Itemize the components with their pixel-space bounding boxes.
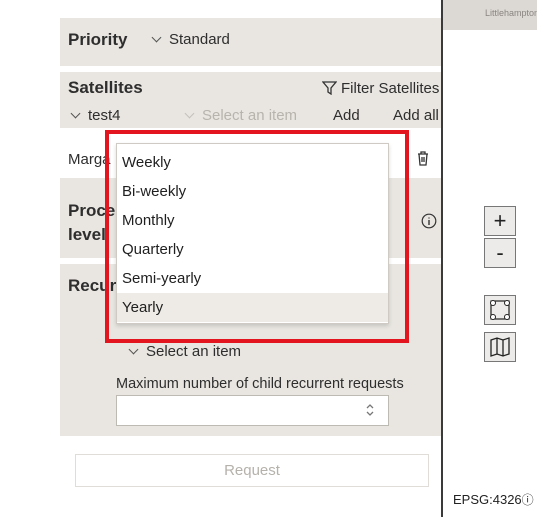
processing-level-label: Proce bbox=[68, 201, 116, 220]
map-place-label: Littlehampton bbox=[485, 8, 537, 18]
add-button[interactable]: Add bbox=[333, 107, 360, 124]
map-icon bbox=[490, 337, 510, 357]
filter-icon bbox=[321, 81, 338, 96]
max-child-requests-input[interactable] bbox=[116, 395, 389, 426]
filter-satellites-label: Filter Satellites bbox=[341, 80, 440, 97]
chevron-down-icon bbox=[151, 32, 162, 43]
stepper-icon[interactable] bbox=[365, 402, 375, 418]
dropdown-option[interactable]: Weekly bbox=[117, 148, 388, 177]
recurrence-label: Recur bbox=[68, 276, 117, 295]
projection-value: EPSG:4326 bbox=[453, 492, 522, 507]
dropdown-option[interactable]: Yearly bbox=[117, 293, 388, 322]
satellites-label: Satellites bbox=[68, 78, 143, 97]
draw-polygon-button[interactable] bbox=[484, 295, 516, 325]
priority-select[interactable]: Standard bbox=[151, 31, 230, 48]
satellite-select-input[interactable]: Select an item bbox=[184, 107, 298, 124]
processing-level-label-line2: level bbox=[68, 225, 106, 244]
satellite-selected-item[interactable]: test4 bbox=[70, 107, 121, 124]
recurrence-select[interactable]: Select an item bbox=[128, 343, 242, 360]
info-icon[interactable] bbox=[421, 213, 437, 229]
satellite-select-placeholder: Select an item bbox=[202, 107, 298, 124]
filter-satellites-button[interactable]: Filter Satellites bbox=[321, 79, 440, 97]
recurrence-select-placeholder: Select an item bbox=[146, 343, 242, 360]
chevron-down-icon bbox=[184, 108, 195, 119]
chevron-down-icon bbox=[128, 344, 139, 355]
zoom-in-button[interactable]: + bbox=[484, 206, 516, 236]
info-icon: ⓘ bbox=[521, 493, 534, 507]
map-layers-button[interactable] bbox=[484, 332, 516, 362]
map-view[interactable]: Littlehampton + - EPSG:4326ⓘ bbox=[443, 0, 537, 517]
recurrence-frequency-dropdown: Weekly Bi-weekly Monthly Quarterly Semi-year… bbox=[116, 143, 389, 324]
chevron-down-icon bbox=[70, 108, 81, 119]
zoom-out-button[interactable]: - bbox=[484, 238, 516, 268]
dropdown-option[interactable]: Monthly bbox=[117, 206, 388, 235]
max-child-requests-label: Maximum number of child recurrent reques… bbox=[116, 376, 404, 392]
satellite-list-item: Marga bbox=[68, 151, 111, 168]
trash-icon[interactable] bbox=[416, 150, 430, 166]
polygon-draw-icon bbox=[490, 300, 510, 320]
dropdown-option[interactable]: Bi-weekly bbox=[117, 177, 388, 206]
priority-value: Standard bbox=[169, 31, 230, 48]
priority-label: Priority bbox=[68, 30, 128, 49]
dropdown-option[interactable]: Semi-yearly bbox=[117, 264, 388, 293]
projection-label: EPSG:4326ⓘ bbox=[453, 491, 534, 508]
request-button[interactable]: Request bbox=[75, 454, 429, 487]
dropdown-option[interactable]: Quarterly bbox=[117, 235, 388, 264]
map-water bbox=[443, 30, 537, 60]
satellite-selected-label: test4 bbox=[88, 107, 121, 124]
add-all-button[interactable]: Add all bbox=[393, 107, 439, 124]
page-margin bbox=[0, 0, 60, 517]
